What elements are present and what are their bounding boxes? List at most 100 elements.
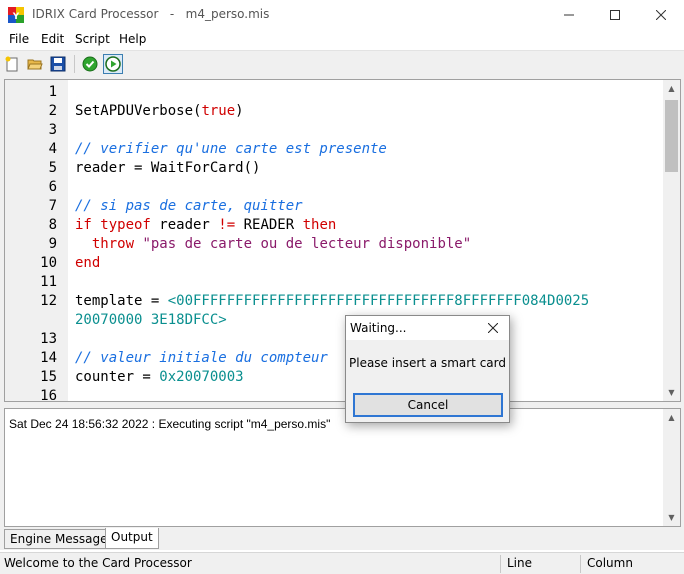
line-number: 10 bbox=[40, 255, 57, 271]
code-line: 20070000 3E18DFCC> bbox=[5, 311, 665, 330]
check-icon bbox=[82, 56, 98, 72]
open-file-button[interactable] bbox=[25, 54, 45, 74]
line-number: 5 bbox=[48, 160, 57, 176]
code-token: READER bbox=[235, 217, 303, 233]
code-token: then bbox=[302, 217, 337, 233]
line-number: 4 bbox=[48, 141, 57, 157]
close-window-button[interactable] bbox=[638, 0, 684, 30]
code-line: 1 bbox=[5, 83, 665, 102]
code-line: 3 bbox=[5, 121, 665, 140]
minimize-button[interactable] bbox=[546, 0, 592, 30]
app-logo-icon: Y bbox=[8, 7, 24, 23]
code-token: 20070000 3E18DFCC> bbox=[75, 312, 227, 328]
code-text: // si pas de carte, quitter bbox=[75, 197, 303, 216]
window-title: IDRIX Card Processor - m4_perso.mis bbox=[32, 7, 269, 21]
window-file-name: m4_perso.mis bbox=[185, 7, 270, 21]
menu-file[interactable]: File bbox=[9, 32, 29, 46]
status-column: Column bbox=[587, 556, 633, 570]
status-divider bbox=[500, 555, 501, 573]
waiting-dialog: Waiting... Please insert a smart card Ca… bbox=[345, 315, 510, 423]
line-number: 15 bbox=[40, 369, 57, 385]
script-editor[interactable]: 1 2 SetAPDUVerbose(true) 3 4// verifier qu'u… bbox=[4, 79, 681, 402]
output-line: Sat Dec 24 18:56:32 2022 : Executing scr… bbox=[9, 417, 331, 431]
code-line: 12 template = <00FFFFFFFFFFFFFFFFFFFFFFFF… bbox=[5, 292, 665, 311]
tab-engine-messages[interactable]: Engine Messages bbox=[4, 529, 120, 549]
menu-edit[interactable]: Edit bbox=[41, 32, 64, 46]
code-text: // verifier qu'une carte est presente bbox=[75, 140, 387, 159]
editor-scroll-thumb[interactable] bbox=[665, 100, 678, 172]
new-file-icon bbox=[5, 56, 18, 72]
dialog-title-bar: Waiting... bbox=[346, 316, 509, 340]
code-token: end bbox=[75, 255, 101, 271]
code-text: SetAPDUVerbose(true) bbox=[75, 102, 244, 121]
menu-script[interactable]: Script bbox=[75, 32, 110, 46]
toolbar-separator bbox=[74, 55, 75, 73]
output-scroll-up-icon[interactable]: ▲ bbox=[663, 409, 680, 426]
code-line: 7 // si pas de carte, quitter bbox=[5, 197, 665, 216]
line-number: 6 bbox=[48, 179, 57, 195]
window-title-separator: - bbox=[169, 7, 175, 21]
open-folder-icon bbox=[27, 59, 43, 70]
code-token: counter = bbox=[75, 369, 160, 385]
scroll-down-arrow-icon[interactable]: ▼ bbox=[663, 384, 680, 401]
code-line: 9 throw "pas de carte ou de lecteur disp… bbox=[5, 235, 665, 254]
code-token: reader bbox=[150, 217, 219, 233]
code-line: 8 if typeof reader != READER then bbox=[5, 216, 665, 235]
new-file-button[interactable] bbox=[2, 54, 22, 74]
window-app-name: IDRIX Card Processor bbox=[32, 7, 159, 21]
menu-help[interactable]: Help bbox=[119, 32, 146, 46]
code-text: if typeof reader != READER then bbox=[75, 216, 336, 235]
close-icon bbox=[488, 323, 498, 333]
code-line: 5 reader = WaitForCard() bbox=[5, 159, 665, 178]
code-text: reader = WaitForCard() bbox=[75, 159, 260, 178]
output-scroll-down-icon[interactable]: ▼ bbox=[663, 509, 680, 526]
line-number: 14 bbox=[40, 350, 57, 366]
code-line: 11 bbox=[5, 273, 665, 292]
code-line: 6 bbox=[5, 178, 665, 197]
code-token: if typeof bbox=[75, 217, 151, 233]
run-script-button[interactable] bbox=[103, 54, 123, 74]
code-line: 4 // verifier qu'une carte est presente bbox=[5, 140, 665, 159]
code-token: ) bbox=[235, 103, 244, 119]
code-line: 16 bbox=[5, 387, 665, 402]
editor-frame: 1 2 SetAPDUVerbose(true) 3 4// verifier qu'u… bbox=[0, 76, 684, 404]
line-number: 16 bbox=[40, 388, 57, 402]
output-scrollbar[interactable]: ▲ ▼ bbox=[663, 409, 680, 526]
code-text: throw "pas de carte ou de lecteur dispon… bbox=[75, 235, 471, 254]
code-text: end bbox=[75, 254, 100, 273]
line-number: 11 bbox=[40, 274, 57, 290]
output-frame: Sat Dec 24 18:56:32 2022 : Executing scr… bbox=[0, 404, 684, 529]
tab-output[interactable]: Output bbox=[105, 528, 159, 549]
save-icon bbox=[50, 56, 66, 72]
menu-bar: File Edit Script Help bbox=[0, 30, 684, 50]
line-number: 3 bbox=[48, 122, 57, 138]
code-token: <00FFFFFFFFFFFFFFFFFFFFFFFFFFFFFFF8FFFFF… bbox=[167, 293, 590, 309]
check-script-button[interactable] bbox=[80, 54, 100, 74]
code-text: template = <00FFFFFFFFFFFFFFFFFFFFFFFFFF… bbox=[75, 292, 589, 311]
cancel-button[interactable]: Cancel bbox=[353, 393, 503, 417]
minimize-icon bbox=[564, 14, 574, 16]
output-pane[interactable]: Sat Dec 24 18:56:32 2022 : Executing scr… bbox=[4, 408, 681, 527]
toolbar bbox=[0, 50, 684, 76]
status-line: Line bbox=[507, 556, 533, 570]
code-token: throw bbox=[75, 236, 143, 252]
dialog-message: Please insert a smart card bbox=[349, 356, 506, 370]
maximize-button[interactable] bbox=[592, 0, 638, 30]
maximize-icon bbox=[610, 10, 620, 20]
line-number: 9 bbox=[48, 236, 57, 252]
editor-scrollbar[interactable]: ▲ ▼ bbox=[663, 80, 680, 401]
scroll-up-arrow-icon[interactable]: ▲ bbox=[663, 80, 680, 97]
run-icon bbox=[105, 56, 121, 72]
code-line: 14 // valeur initiale du compteur bbox=[5, 349, 665, 368]
line-number: 13 bbox=[40, 331, 57, 347]
title-bar: Y IDRIX Card Processor - m4_perso.mis bbox=[0, 0, 684, 30]
pane-tabs: Engine Messages Output bbox=[0, 528, 684, 550]
code-token: 0x20070003 bbox=[159, 369, 244, 385]
code-token: template = bbox=[75, 293, 168, 309]
code-token: != bbox=[218, 217, 236, 233]
code-line: 13 bbox=[5, 330, 665, 349]
line-number: 8 bbox=[48, 217, 57, 233]
code-line: 15 counter = 0x20070003 bbox=[5, 368, 665, 387]
dialog-close-button[interactable] bbox=[482, 318, 504, 338]
save-button[interactable] bbox=[48, 54, 68, 74]
